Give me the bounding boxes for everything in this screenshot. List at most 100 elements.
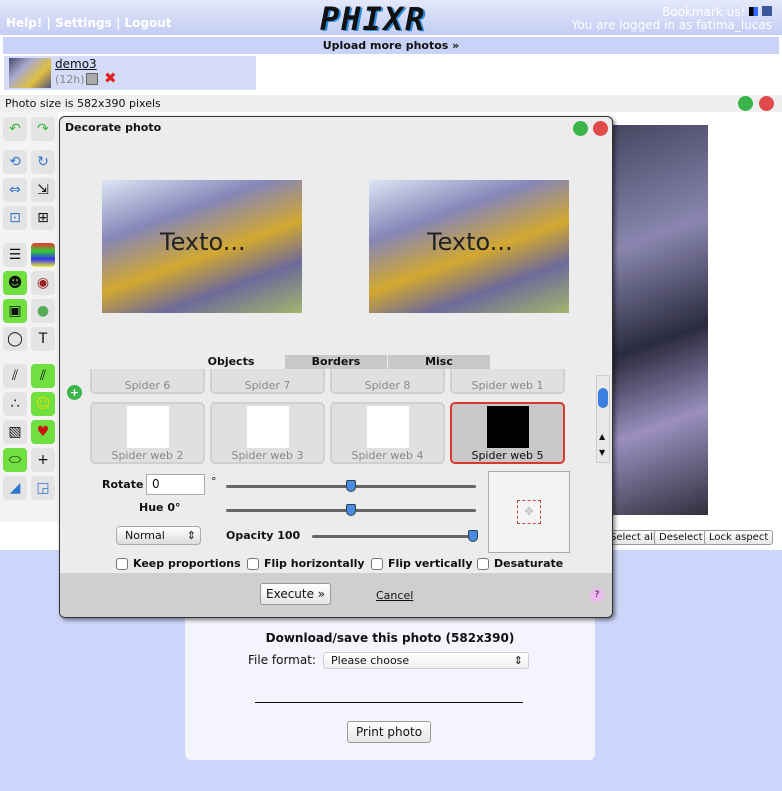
text-icon[interactable]: T: [31, 327, 55, 351]
opacity-label: Opacity 100: [226, 529, 301, 542]
resize-icon[interactable]: ⇲: [31, 178, 55, 202]
select-arrows-icon: ⇕: [186, 529, 196, 542]
deselect-button[interactable]: Deselect: [654, 530, 708, 545]
delicious-icon[interactable]: [749, 7, 759, 16]
spider-web-thumb: [247, 406, 289, 448]
tab-misc[interactable]: Misc: [388, 355, 490, 369]
speech-bubble-icon[interactable]: ◯: [3, 327, 27, 351]
rotate-free-icon[interactable]: ↻: [31, 150, 55, 174]
noise-icon[interactable]: ∴: [3, 392, 27, 416]
lock-aspect-button[interactable]: Lock aspect: [704, 530, 774, 545]
scrollbar-thumb[interactable]: [598, 388, 608, 408]
position-box[interactable]: ✥: [488, 471, 570, 553]
dialog-close-icon[interactable]: [593, 121, 608, 136]
colors-icon[interactable]: [31, 243, 55, 267]
spider-web-thumb: [127, 406, 169, 448]
copy-icon[interactable]: [86, 73, 98, 85]
add-object-icon[interactable]: +: [31, 448, 55, 472]
hue-label: Hue 0°: [139, 501, 181, 514]
opacity-slider[interactable]: [312, 530, 478, 542]
tab-borders[interactable]: Borders: [285, 355, 387, 369]
print-photo-button[interactable]: Print photo: [347, 721, 432, 743]
shapes-icon[interactable]: ●: [31, 299, 55, 323]
scroll-up-icon[interactable]: ▲: [599, 432, 605, 441]
heart-icon[interactable]: ♥: [31, 420, 55, 444]
blend-mode-value: Normal: [125, 529, 165, 542]
object-item-selected[interactable]: Spider web 5: [450, 402, 565, 464]
object-item[interactable]: Spider 8: [330, 369, 445, 394]
blend-mode-select[interactable]: Normal ⇕: [116, 526, 201, 545]
move-icon[interactable]: ✥: [517, 500, 541, 524]
rotate-slider[interactable]: [226, 480, 476, 492]
decorate-dialog: Decorate photo Texto... Texto... Objects…: [59, 116, 613, 618]
object-item[interactable]: Spider web 1: [450, 369, 565, 394]
keep-proportions-checkbox[interactable]: Keep proportions: [116, 557, 241, 570]
add-object-icon[interactable]: +: [67, 385, 82, 400]
object-item[interactable]: Spider web 3: [210, 402, 325, 464]
frame-effects-icon[interactable]: ▣: [3, 299, 27, 323]
logout-link[interactable]: Logout: [125, 16, 172, 30]
close-icon[interactable]: [759, 96, 774, 111]
select-all-button[interactable]: Select all: [605, 530, 661, 545]
slider-knob[interactable]: [346, 480, 356, 492]
help-icon[interactable]: ?: [590, 588, 604, 602]
photo-canvas[interactable]: [610, 125, 708, 515]
hue-slider[interactable]: [226, 504, 476, 516]
photo-name-link[interactable]: demo3: [55, 57, 97, 71]
bookmark-link[interactable]: Bookmark us!: [662, 5, 745, 19]
photo-icon[interactable]: ▧: [3, 420, 27, 444]
desaturate-checkbox[interactable]: Desaturate: [477, 557, 563, 570]
preview-text: Texto...: [427, 228, 513, 256]
object-item[interactable]: Spider web 4: [330, 402, 445, 464]
photo-size-bar: Photo size is 582x390 pixels: [0, 95, 782, 112]
photo-thumbnail[interactable]: [9, 58, 51, 88]
rotate-icon[interactable]: ⟲: [3, 150, 27, 174]
flip-icon[interactable]: ⇔: [3, 178, 27, 202]
oval-frame-icon[interactable]: ⬭: [3, 448, 27, 472]
tab-objects[interactable]: Objects: [178, 355, 284, 369]
red-eye-icon[interactable]: ◉: [31, 271, 55, 295]
tool-sidebar: ↶ ↷ ⟲ ↻ ⇔ ⇲ ⊡ ⊞ ☰ ☻ ◉ ▣ ● ◯ T ⫽ ⫽ ∴ ☺ ▧ …: [0, 112, 58, 522]
canvas-icon[interactable]: ⊞: [31, 206, 55, 230]
facebook-icon[interactable]: [762, 6, 772, 16]
original-preview: Texto...: [102, 180, 302, 313]
face-effects-icon[interactable]: ☻: [3, 271, 27, 295]
user-info: Bookmark us! You are logged in as fatima…: [572, 6, 772, 32]
file-format-value: Please choose: [331, 654, 410, 667]
flip-vertically-checkbox[interactable]: Flip vertically: [371, 557, 473, 570]
smiley-icon[interactable]: ☺: [31, 392, 55, 416]
texture-icon[interactable]: ⫽: [31, 364, 55, 388]
preview-text: Texto...: [160, 228, 246, 256]
help-link[interactable]: Help!: [6, 16, 42, 30]
adjust-icon[interactable]: ☰: [3, 243, 27, 267]
scroll-down-icon[interactable]: ▼: [599, 448, 605, 457]
slider-knob[interactable]: [346, 504, 356, 516]
file-format-select[interactable]: Please choose ⇕: [323, 652, 529, 669]
rotate-input[interactable]: 0: [146, 474, 205, 495]
settings-link[interactable]: Settings: [55, 16, 112, 30]
object-item[interactable]: Spider 6: [90, 369, 205, 394]
delete-icon[interactable]: ✖: [104, 69, 117, 87]
logged-in-text: You are logged in as fatima_lucas: [571, 18, 772, 32]
cancel-link[interactable]: Cancel: [376, 589, 413, 602]
flip-horizontally-checkbox[interactable]: Flip horizontally: [247, 557, 365, 570]
objects-grid: Spider 6 Spider 7 Spider 8 Spider web 1 …: [88, 369, 598, 464]
object-item[interactable]: Spider 7: [210, 369, 325, 394]
execute-button[interactable]: Execute »: [260, 583, 332, 605]
slider-knob[interactable]: [468, 530, 478, 542]
lines-icon[interactable]: ⫽: [3, 364, 27, 388]
undo-icon[interactable]: ↶: [3, 117, 27, 141]
border-icon[interactable]: ◲: [31, 476, 55, 500]
object-item[interactable]: Spider web 2: [90, 402, 205, 464]
minimize-icon[interactable]: [738, 96, 753, 111]
redo-icon[interactable]: ↷: [31, 117, 55, 141]
logo[interactable]: PHIXR: [320, 0, 426, 38]
upload-more-link[interactable]: Upload more photos »: [3, 37, 779, 54]
header: Help! | Settings | Logout PHIXR Bookmark…: [0, 0, 782, 38]
select-arrows-icon: ⇕: [513, 654, 523, 667]
crop-icon[interactable]: ⊡: [3, 206, 27, 230]
corner-icon[interactable]: ◢: [3, 476, 27, 500]
objects-scrollbar[interactable]: ▲ ▼: [596, 375, 610, 463]
rotate-label: Rotate: [102, 478, 144, 491]
dialog-minimize-icon[interactable]: [573, 121, 588, 136]
